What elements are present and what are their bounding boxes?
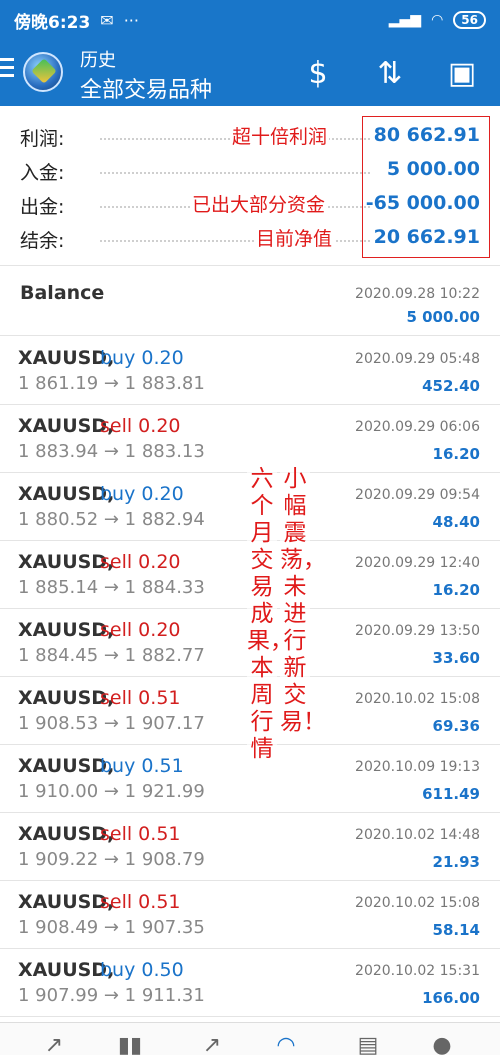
trade-date: 2020.10.02 14:48 — [355, 827, 480, 843]
highlight-box — [362, 116, 490, 258]
balance-label: Balance — [20, 282, 105, 304]
history-icon[interactable]: ◠ — [268, 1033, 304, 1055]
trade-side: sell 0.51 — [100, 687, 181, 709]
trade-prices: 1 884.45 → 1 882.77 — [18, 645, 205, 666]
dotted-leader — [100, 172, 370, 174]
trade-profit: 611.49 — [422, 785, 480, 803]
trade-date: 2020.10.02 15:08 — [355, 895, 480, 911]
trade-date: 2020.09.29 06:06 — [355, 419, 480, 435]
trade-row[interactable]: XAUUSD, sell 0.51 1 909.22 → 1 908.79 20… — [0, 813, 500, 881]
trade-side: sell 0.51 — [100, 891, 181, 913]
trade-prices: 1 909.22 → 1 908.79 — [18, 849, 205, 870]
trade-date: 2020.09.29 13:50 — [355, 623, 480, 639]
menu-icon[interactable] — [0, 58, 14, 82]
balance-date: 2020.09.28 10:22 — [355, 286, 480, 302]
trade-prices: 1 885.14 → 1 884.33 — [18, 577, 205, 598]
wechat-icon: ✉ — [100, 10, 114, 30]
trade-date: 2020.10.02 15:08 — [355, 691, 480, 707]
trade-profit: 21.93 — [432, 853, 480, 871]
page-title: 历史 — [80, 50, 116, 71]
summary-label: 结余: — [20, 230, 65, 252]
trade-profit: 452.40 — [422, 377, 480, 395]
balance-row[interactable]: Balance 2020.09.28 10:22 5 000.00 — [0, 268, 500, 336]
trade-prices: 1 908.49 → 1 907.35 — [18, 917, 205, 938]
news-icon[interactable]: ▤ — [350, 1033, 386, 1055]
trade-side: sell 0.20 — [100, 619, 181, 641]
quotes-icon[interactable]: ↗ — [36, 1033, 72, 1055]
trade-side: buy 0.20 — [100, 483, 184, 505]
status-time: 傍晚6:23 — [14, 12, 91, 33]
trade-side: sell 0.51 — [100, 823, 181, 845]
summary-label: 出金: — [20, 196, 65, 218]
battery-indicator: 56 — [453, 11, 486, 29]
bottom-navigation: ↗ ▮▮ ↗ ◠ ▤ ● — [0, 1022, 500, 1055]
trade-prices: 1 908.53 → 1 907.17 — [18, 713, 205, 734]
trade-date: 2020.10.09 19:13 — [355, 759, 480, 775]
status-bar: 傍晚6:23 ✉ ··· ▂▄▆ ◠ 56 — [0, 0, 500, 40]
app-bar: 历史 全部交易品种 $ ⇅ ▣ — [0, 40, 500, 106]
trade-date: 2020.10.02 15:31 — [355, 963, 480, 979]
trade-side: buy 0.20 — [100, 347, 184, 369]
trade-prices: 1 907.99 → 1 911.31 — [18, 985, 205, 1006]
trade-row[interactable]: XAUUSD, buy 0.20 1 861.19 → 1 883.81 202… — [0, 337, 500, 405]
trade-profit: 166.00 — [422, 989, 480, 1007]
trade-date: 2020.09.29 12:40 — [355, 555, 480, 571]
trade-icon[interactable]: ↗ — [194, 1033, 230, 1055]
trade-row[interactable]: XAUUSD, sell 0.20 1 883.94 → 1 883.13 20… — [0, 405, 500, 473]
annotation-note: 已出大部分资金 — [190, 190, 328, 217]
summary-label: 利润: — [20, 128, 65, 150]
trade-side: sell 0.20 — [100, 551, 181, 573]
trade-prices: 1 861.19 → 1 883.81 — [18, 373, 205, 394]
trade-prices: 1 883.94 → 1 883.13 — [18, 441, 205, 462]
balance-amount: 5 000.00 — [406, 308, 480, 326]
annotation-column-left: 六个月交易成果，本周行情 — [247, 466, 293, 763]
symbol-filter[interactable]: 全部交易品种 — [80, 72, 212, 104]
annotation-note: 超十倍利润 — [230, 122, 330, 149]
trade-prices: 1 880.52 → 1 882.94 — [18, 509, 205, 530]
annotation-note: 目前净值 — [254, 224, 335, 251]
annotation-column-right: 小幅震荡，未进行新交易！ — [280, 466, 326, 736]
trade-profit: 48.40 — [432, 513, 480, 531]
trade-row[interactable]: XAUUSD, buy 0.50 1 907.99 → 1 911.31 202… — [0, 949, 500, 1017]
trade-profit: 58.14 — [432, 921, 480, 939]
currency-exchange-icon[interactable]: $ — [300, 56, 336, 92]
chart-icon[interactable]: ▮▮ — [112, 1033, 148, 1055]
signal-icon: ▂▄▆ — [388, 12, 422, 28]
summary-label: 入金: — [20, 162, 65, 184]
trade-date: 2020.09.29 09:54 — [355, 487, 480, 503]
app-logo — [23, 52, 63, 92]
trade-profit: 16.20 — [432, 581, 480, 599]
calendar-icon[interactable]: ▣ — [444, 56, 480, 92]
trade-profit: 33.60 — [432, 649, 480, 667]
more-dots-icon: ··· — [123, 10, 139, 30]
sort-icon[interactable]: ⇅ — [372, 56, 408, 92]
trade-date: 2020.09.29 05:48 — [355, 351, 480, 367]
trade-side: buy 0.50 — [100, 959, 184, 981]
trade-prices: 1 910.00 → 1 921.99 — [18, 781, 205, 802]
wifi-icon: ◠ — [431, 12, 444, 28]
trade-side: sell 0.20 — [100, 415, 181, 437]
trade-row[interactable]: XAUUSD, sell 0.51 1 908.49 → 1 907.35 20… — [0, 881, 500, 949]
trade-profit: 69.36 — [432, 717, 480, 735]
messages-icon[interactable]: ● — [424, 1033, 460, 1055]
trade-profit: 16.20 — [432, 445, 480, 463]
trade-side: buy 0.51 — [100, 755, 184, 777]
